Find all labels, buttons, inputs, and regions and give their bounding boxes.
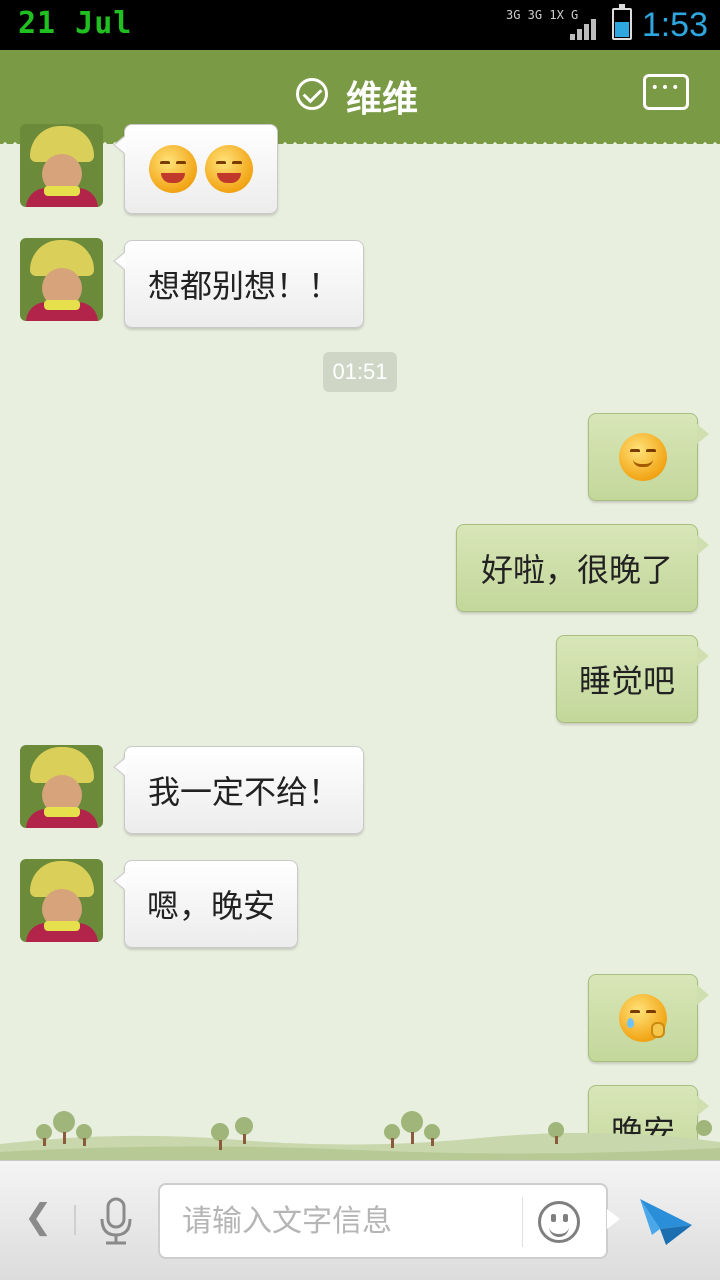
signal-strength-icon (570, 18, 600, 40)
message-text: 好啦，很晚了 (480, 551, 673, 589)
chat-header: 维维 (0, 50, 720, 144)
grin-squint-icon (205, 145, 253, 193)
microphone-icon[interactable] (98, 1197, 134, 1247)
contact-avatar[interactable] (20, 859, 103, 942)
message-text: 想都别想！！ (147, 267, 340, 305)
message-bubble-outgoing[interactable]: 睡觉吧 (556, 635, 709, 723)
message-bubble-incoming[interactable]: 我一定不给！ (113, 746, 364, 834)
contact-avatar[interactable] (20, 124, 103, 207)
message-bubble-outgoing[interactable] (588, 974, 709, 1062)
contact-avatar[interactable] (20, 745, 103, 828)
message-bubble-outgoing[interactable] (588, 413, 709, 501)
network-label: 3G 3G 1X G (506, 8, 579, 22)
message-text: 嗯，晚安 (146, 887, 275, 925)
field-divider (522, 1197, 523, 1247)
message-bubble-incoming[interactable]: 嗯，晚安 (113, 860, 298, 948)
chat-more-icon[interactable] (643, 74, 689, 110)
status-bar: 21 Jul 3G 3G 1X G 1:53 (0, 0, 720, 50)
battery-icon (612, 4, 632, 40)
smiley-icon[interactable] (538, 1201, 580, 1243)
check-circle-icon (296, 78, 328, 110)
message-input-field[interactable] (158, 1183, 620, 1259)
wipe-tear-icon (619, 994, 667, 1042)
send-plane-icon[interactable] (636, 1191, 696, 1251)
message-text: 我一定不给！ (147, 773, 340, 811)
message-text: 睡觉吧 (578, 662, 675, 700)
chevron-left-icon[interactable]: ❮ (24, 1197, 53, 1237)
divider (74, 1205, 76, 1235)
landscape-decoration (0, 1111, 720, 1160)
input-bar: ❮ (0, 1160, 720, 1280)
message-bubble-incoming[interactable]: 想都别想！！ (113, 240, 364, 328)
status-date: 21 Jul (18, 6, 133, 41)
message-bubble-incoming[interactable] (113, 124, 278, 214)
status-time: 1:53 (641, 6, 708, 44)
message-input[interactable] (182, 1201, 502, 1241)
message-bubble-outgoing[interactable]: 好啦，很晚了 (456, 524, 709, 612)
battery-level (615, 21, 629, 37)
contact-avatar[interactable] (20, 238, 103, 321)
timestamp-label: 01:51 (323, 352, 397, 392)
contact-name: 维维 (346, 79, 419, 120)
network-type-icon: 3G 3G 1X G (506, 8, 578, 22)
grin-squint-icon (149, 145, 197, 193)
content-smile-icon (619, 433, 667, 481)
timestamp-text: 01:51 (332, 359, 388, 384)
